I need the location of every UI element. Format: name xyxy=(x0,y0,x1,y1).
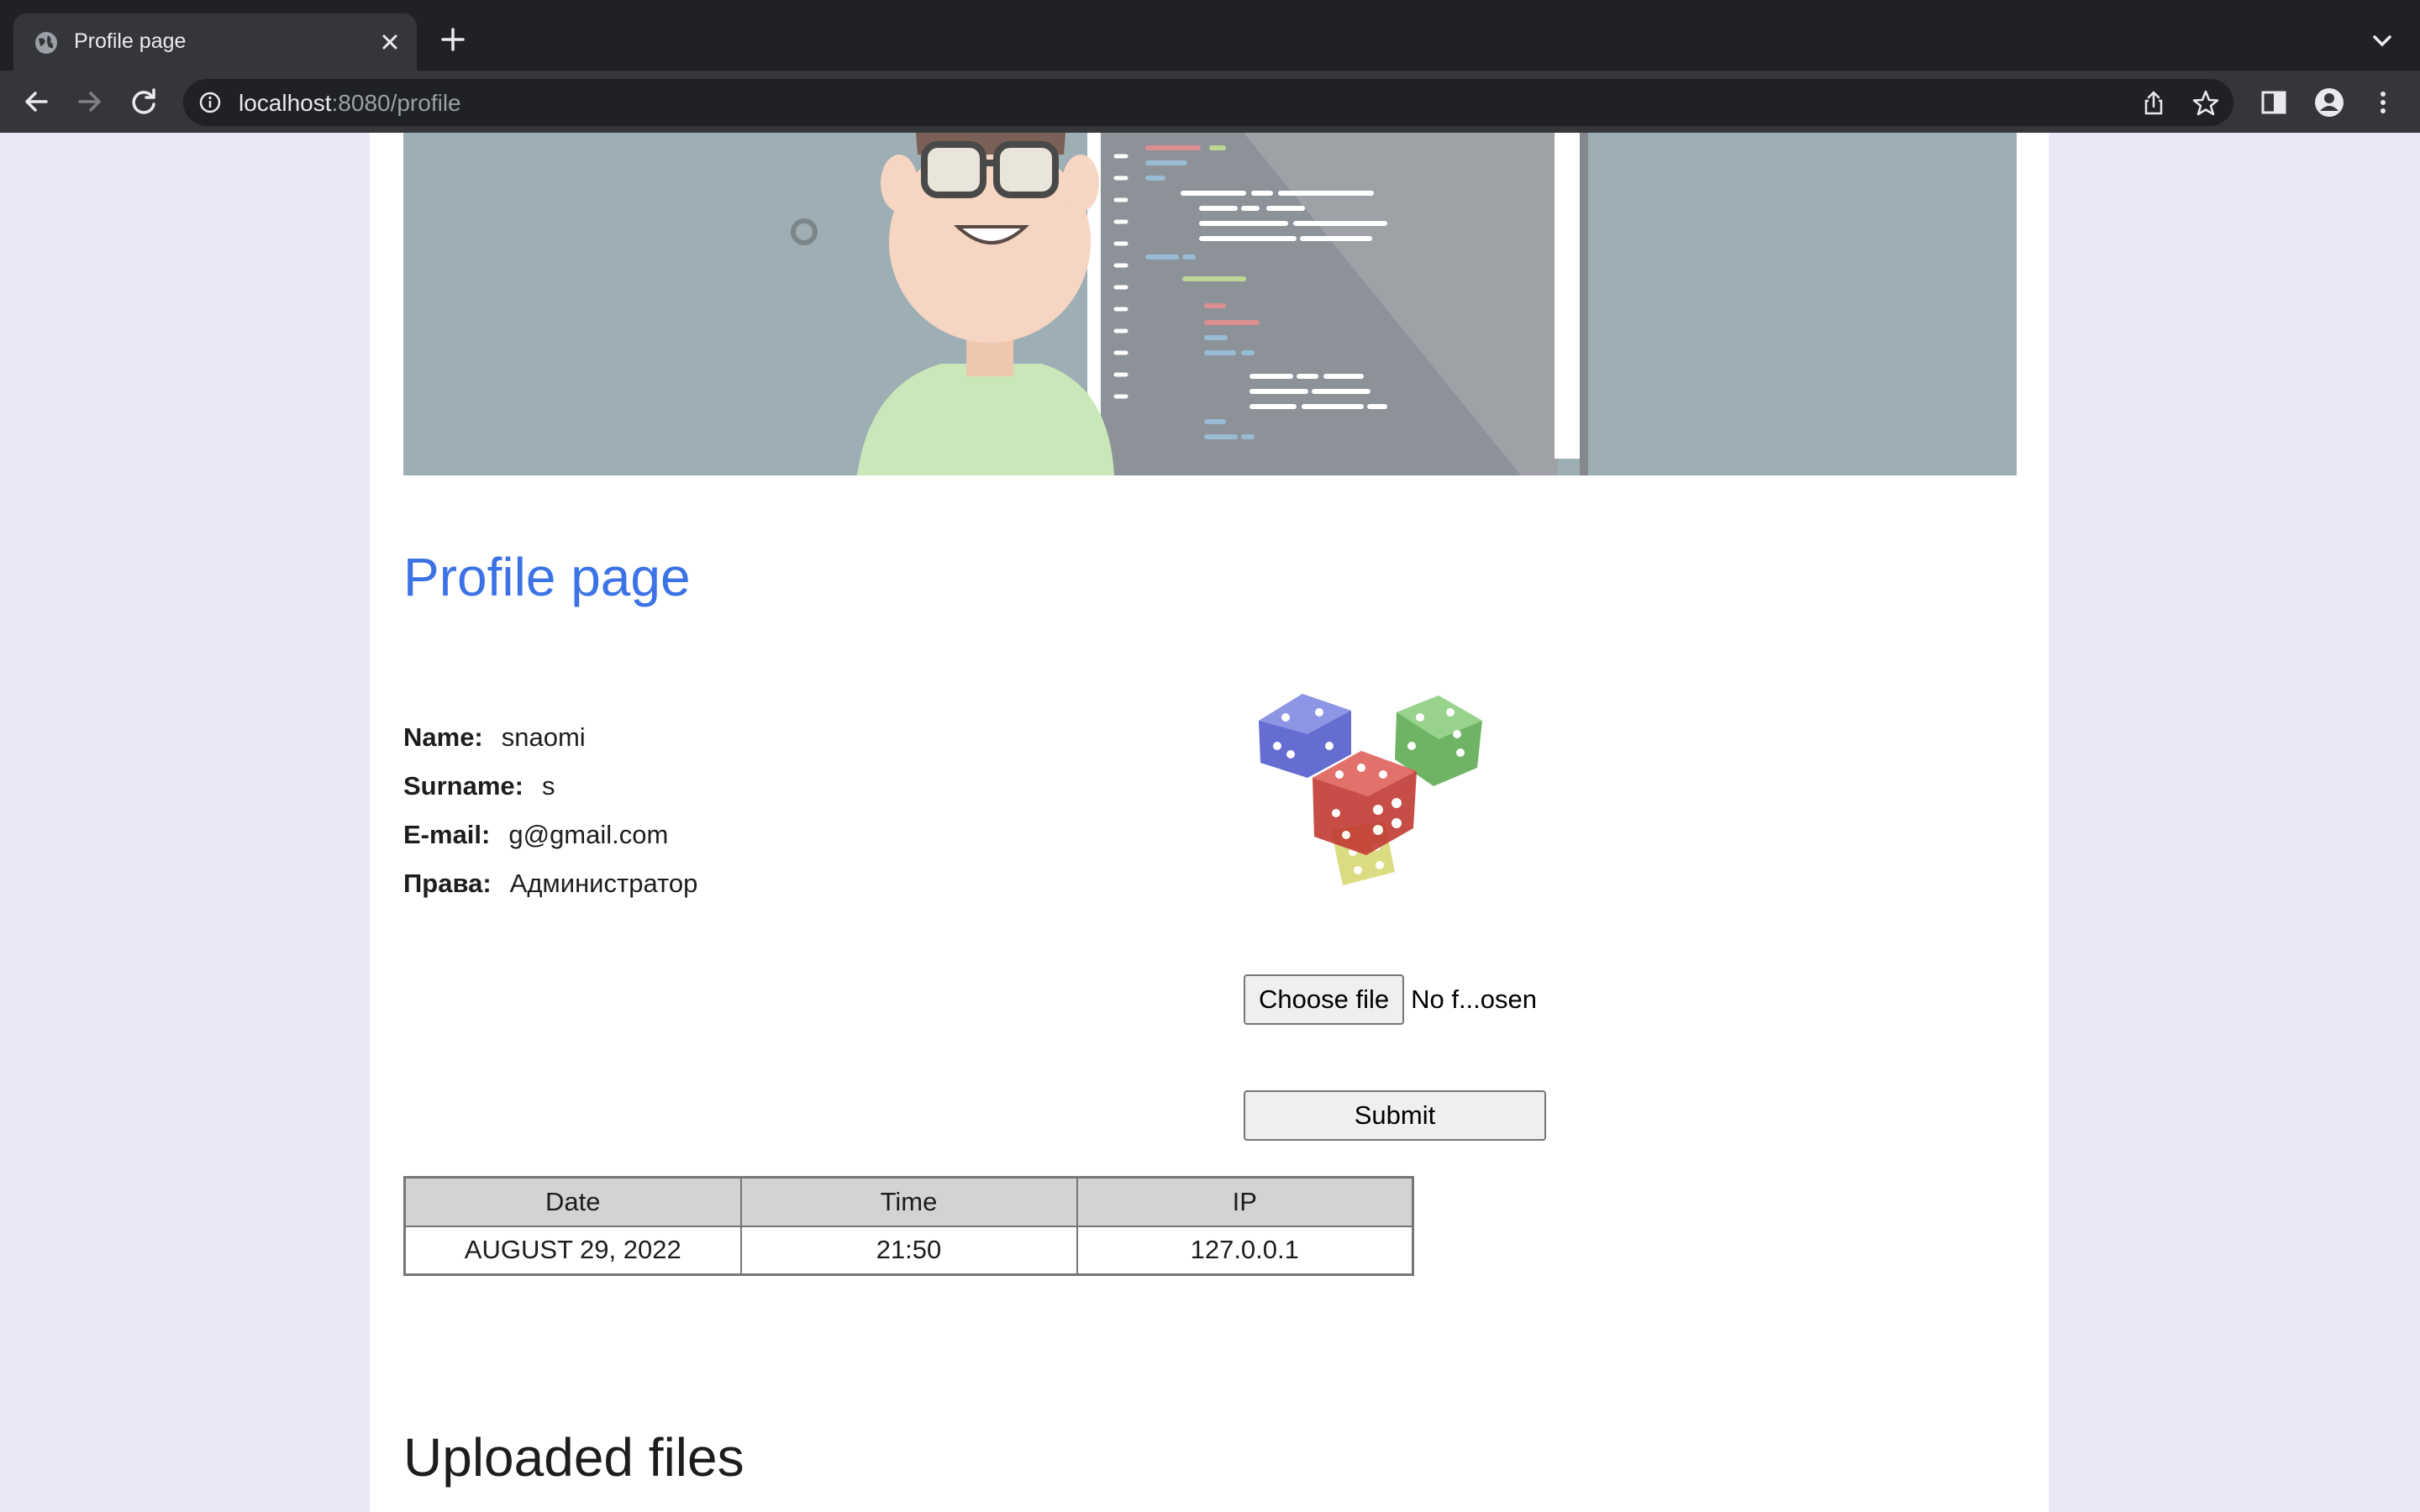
profile-surname-value: s xyxy=(541,771,555,801)
globe-icon xyxy=(35,32,57,54)
content-container: Profile page Name: snaomi Surname: s E-mai… xyxy=(370,133,2049,1512)
profile-email-row: E-mail: g@gmail.com xyxy=(403,820,668,850)
profile-name-label: Name: xyxy=(403,722,483,752)
banner-illustration xyxy=(403,133,2017,475)
uploaded-files-heading: Uploaded files xyxy=(403,1427,744,1488)
cell-date: AUGUST 29, 2022 xyxy=(403,1225,742,1276)
avatar-icon[interactable] xyxy=(2312,86,2346,119)
profile-name-row: Name: snaomi xyxy=(403,722,586,753)
profile-name-value: snaomi xyxy=(501,722,586,752)
file-input[interactable]: Choose file No f...osen xyxy=(1244,974,1537,1025)
profile-rights-value: Администратор xyxy=(509,869,698,898)
profile-surname-label: Surname: xyxy=(403,771,523,801)
cell-ip: 127.0.0.1 xyxy=(1076,1225,1414,1276)
profile-rights-label: Права: xyxy=(403,869,492,898)
address-bar[interactable]: localhost:8080/profile xyxy=(183,79,2233,126)
profile-surname-row: Surname: s xyxy=(403,771,555,801)
browser-tab-strip: Profile page xyxy=(0,0,2420,71)
star-icon[interactable] xyxy=(2191,89,2220,118)
browser-toolbar: localhost:8080/profile xyxy=(0,71,2420,133)
table-header-row: Date Time IP xyxy=(403,1176,1414,1227)
plus-icon[interactable] xyxy=(439,25,467,54)
profile-email-value: g@gmail.com xyxy=(508,820,669,849)
table-row: AUGUST 29, 2022 21:50 127.0.0.1 xyxy=(403,1225,1414,1276)
submit-button[interactable]: Submit xyxy=(1244,1090,1546,1141)
url-path: :8080/profile xyxy=(331,90,461,116)
page-viewport: Profile page Name: snaomi Surname: s E-mai… xyxy=(0,133,2420,1512)
page-title: Profile page xyxy=(403,547,691,607)
cell-time: 21:50 xyxy=(739,1225,1078,1276)
info-icon[interactable] xyxy=(198,91,222,114)
arrow-left-icon[interactable] xyxy=(18,84,54,119)
side-panel-icon[interactable] xyxy=(2257,86,2291,119)
close-icon[interactable] xyxy=(376,29,403,55)
profile-email-label: E-mail: xyxy=(403,820,491,849)
browser-tab[interactable]: Profile page xyxy=(13,13,417,71)
column-header-date: Date xyxy=(403,1176,742,1227)
arrow-right-icon[interactable] xyxy=(72,84,108,119)
column-header-ip: IP xyxy=(1076,1176,1414,1227)
reload-icon[interactable] xyxy=(126,84,161,119)
column-header-time: Time xyxy=(739,1176,1078,1227)
choose-file-button[interactable]: Choose file xyxy=(1244,974,1405,1025)
url-text: localhost:8080/profile xyxy=(239,90,461,117)
file-status-text: No f...osen xyxy=(1411,984,1538,1014)
avatar-dice-image xyxy=(1259,694,1482,885)
share-icon[interactable] xyxy=(2139,89,2168,118)
login-history-table: Date Time IP AUGUST 29, 2022 21:50 127.0… xyxy=(403,1176,1414,1276)
url-host: localhost xyxy=(239,90,332,116)
chevron-down-icon[interactable] xyxy=(2370,30,2395,52)
kebab-menu-icon[interactable] xyxy=(2366,86,2400,119)
profile-rights-row: Права: Администратор xyxy=(403,869,697,899)
tab-title: Profile page xyxy=(74,29,187,53)
